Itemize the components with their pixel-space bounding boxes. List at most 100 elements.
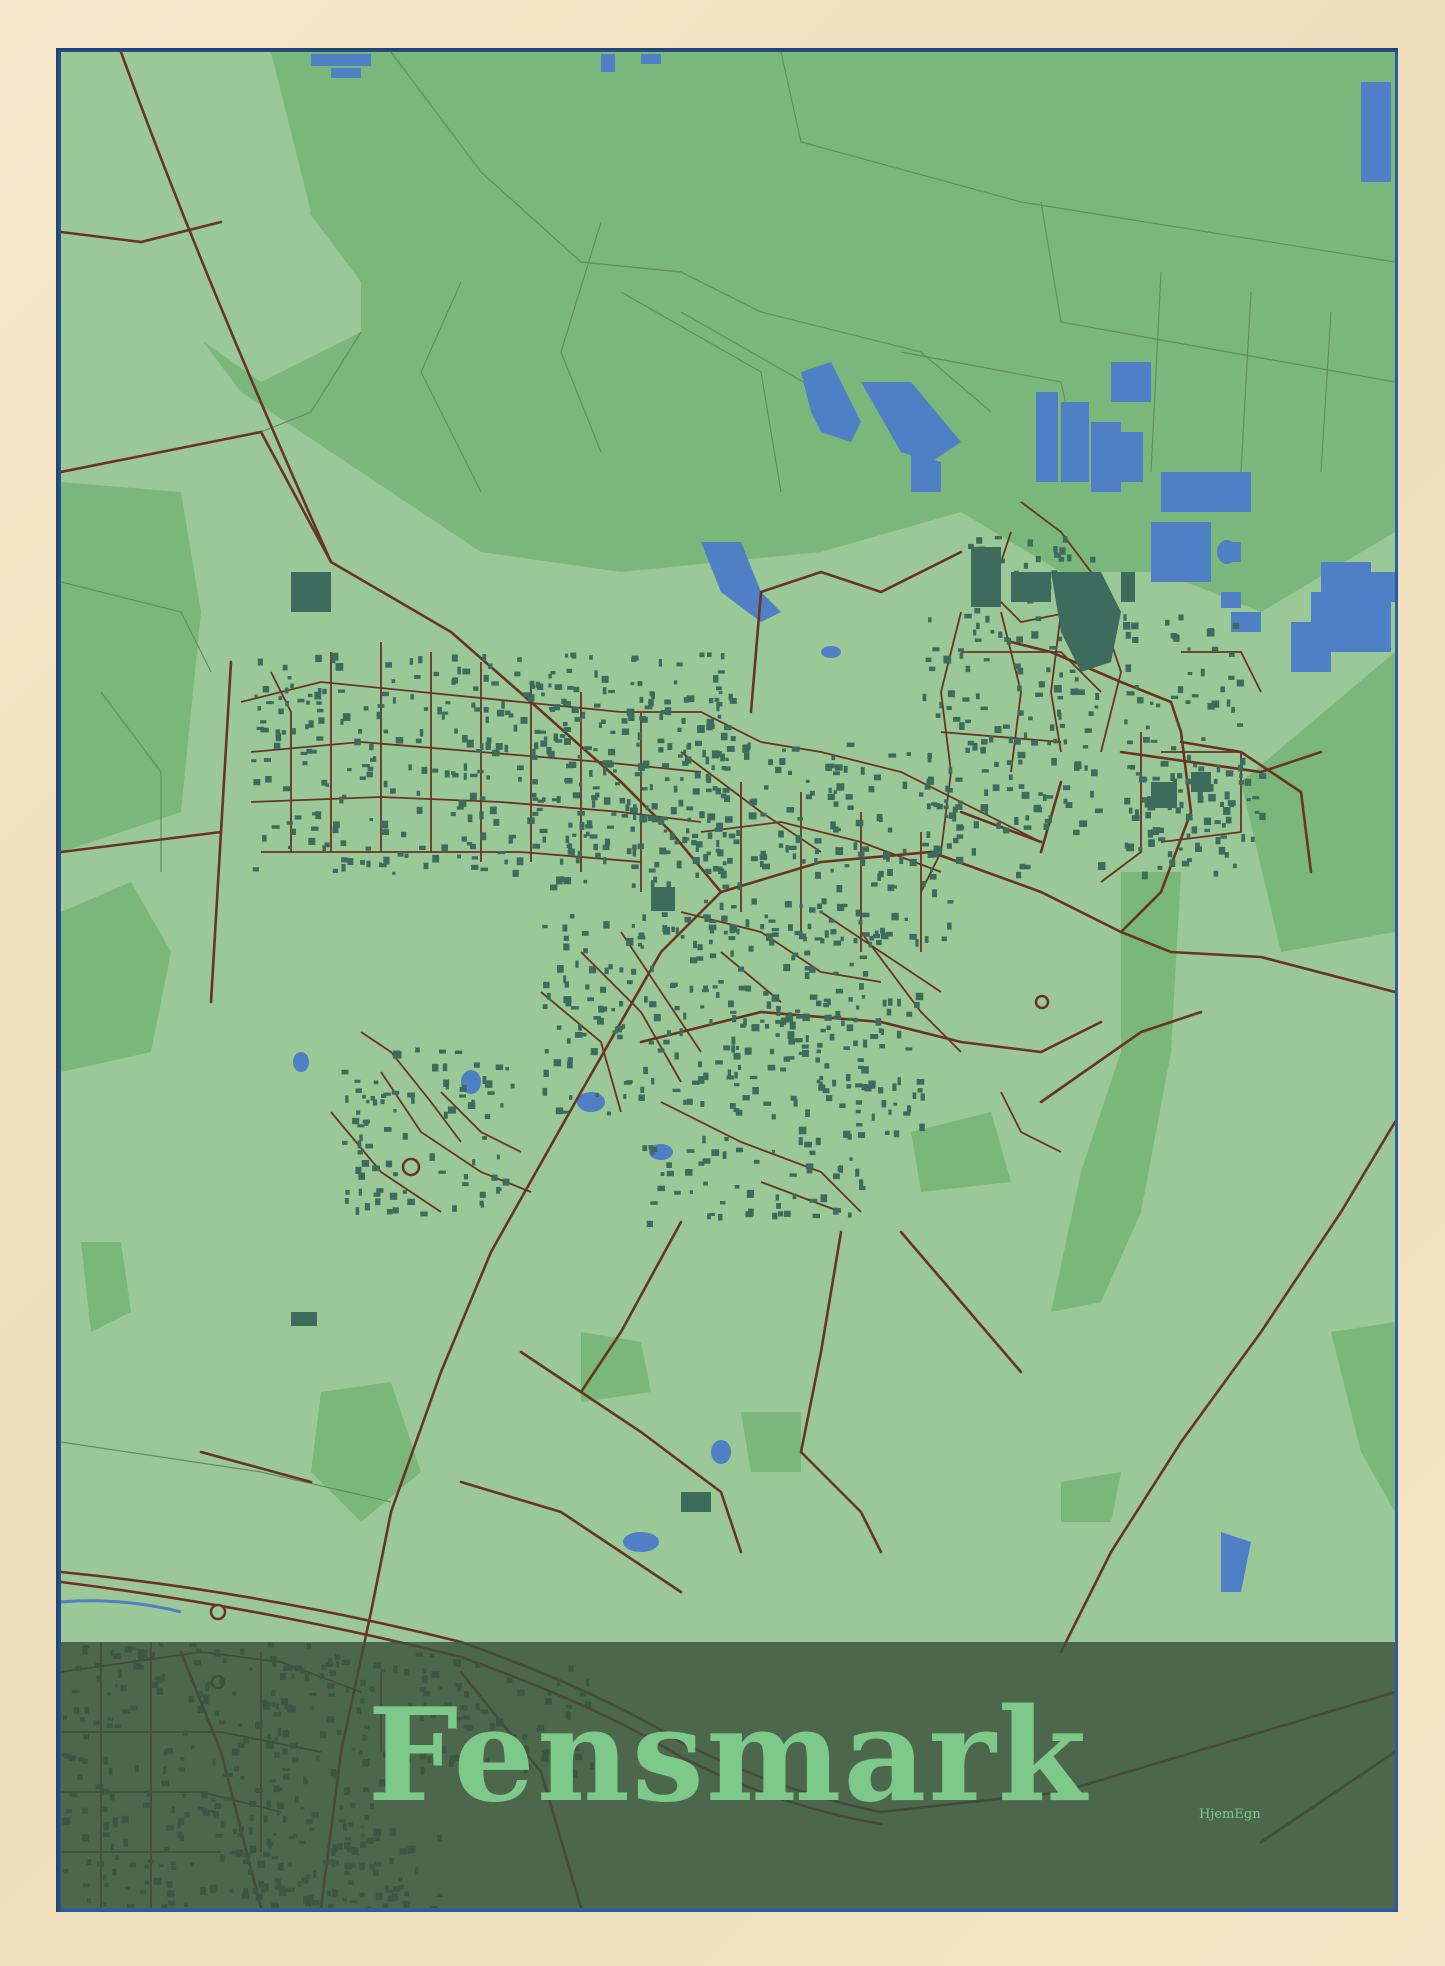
building [709, 1019, 713, 1025]
building [1084, 728, 1092, 733]
building [661, 912, 668, 917]
building [862, 846, 870, 852]
building [491, 1174, 498, 1181]
building [1023, 562, 1028, 569]
building [841, 1020, 845, 1027]
building [1186, 833, 1191, 838]
building [828, 918, 835, 923]
building [642, 914, 646, 921]
building [874, 930, 879, 937]
building [564, 981, 569, 988]
building [1021, 791, 1030, 799]
building [347, 858, 354, 865]
building [1213, 778, 1218, 784]
building [855, 1100, 863, 1105]
building [593, 748, 598, 752]
building [282, 786, 291, 792]
building [752, 1087, 759, 1095]
building [815, 1057, 820, 1063]
building [1051, 758, 1057, 766]
building [1207, 703, 1215, 710]
building [887, 827, 893, 833]
building [728, 693, 733, 701]
building [598, 1009, 605, 1013]
building [566, 1038, 571, 1044]
building [778, 843, 784, 848]
building [598, 1005, 604, 1010]
building [771, 1149, 775, 1154]
building [702, 1158, 711, 1164]
building [606, 825, 615, 829]
building [472, 1159, 476, 1166]
building [474, 707, 482, 712]
building [984, 789, 989, 796]
building [462, 1182, 469, 1187]
building [706, 775, 712, 783]
building [725, 816, 733, 823]
building [669, 833, 675, 841]
building [1228, 675, 1235, 680]
building [736, 1147, 743, 1153]
building [862, 971, 869, 977]
building [1059, 723, 1065, 728]
building [662, 925, 668, 933]
building [414, 675, 421, 679]
building [1191, 694, 1199, 698]
building [1124, 797, 1131, 805]
building [382, 829, 390, 835]
building [442, 1063, 448, 1072]
building [928, 617, 932, 623]
building [563, 943, 570, 951]
building [565, 835, 570, 844]
building [1017, 751, 1026, 759]
building [1223, 807, 1231, 815]
building [927, 752, 932, 759]
building [686, 744, 690, 750]
building [946, 706, 952, 710]
building [642, 1145, 648, 1151]
building [463, 1174, 468, 1180]
building [1123, 614, 1127, 621]
building [857, 1132, 866, 1138]
building [550, 884, 558, 891]
building [1125, 631, 1131, 639]
building [594, 703, 601, 708]
building [601, 719, 606, 724]
building [886, 1008, 892, 1016]
building [595, 1092, 599, 1097]
building [532, 779, 538, 785]
building [392, 697, 396, 704]
building [527, 694, 535, 702]
building [733, 1108, 740, 1113]
building [996, 822, 1001, 829]
building [577, 755, 582, 759]
building [729, 924, 735, 930]
building [1236, 679, 1244, 687]
building [700, 1101, 705, 1107]
building [1035, 692, 1043, 697]
building [300, 751, 308, 756]
building [257, 706, 262, 711]
building [731, 1045, 735, 1053]
building [795, 1038, 803, 1043]
building [857, 1065, 864, 1069]
building [858, 919, 863, 925]
building [795, 835, 802, 843]
building [667, 743, 673, 751]
building [833, 801, 839, 807]
building [1014, 738, 1021, 745]
building [847, 805, 854, 810]
building [725, 757, 729, 761]
building [651, 803, 658, 810]
building [990, 629, 995, 634]
building [1031, 739, 1039, 746]
building [341, 1069, 349, 1075]
building [716, 702, 723, 707]
building [886, 855, 890, 862]
building [916, 1079, 925, 1085]
building [1220, 835, 1227, 839]
building [278, 708, 284, 715]
building [477, 769, 484, 774]
building [749, 1075, 758, 1080]
building [602, 844, 610, 851]
